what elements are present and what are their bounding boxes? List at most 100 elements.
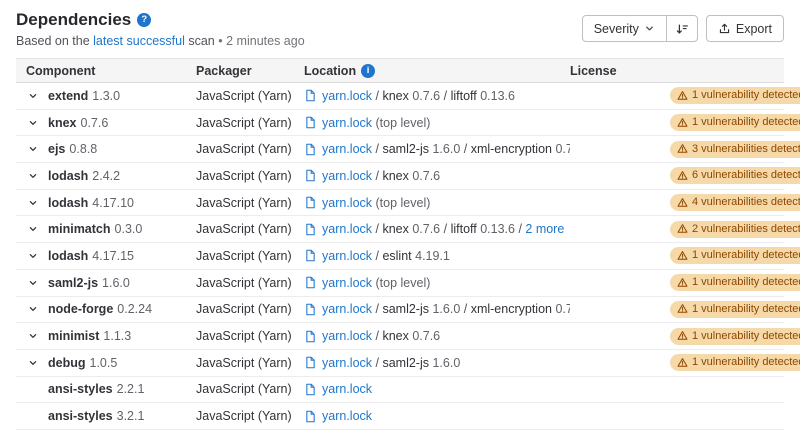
subtitle-prefix: Based on the (16, 34, 90, 48)
location-file-link[interactable]: yarn.lock (322, 169, 372, 183)
subtitle-suffix: scan (188, 34, 214, 48)
chevron-down-icon (27, 357, 39, 369)
table-row: lodash 4.17.10 JavaScript (Yarn) yarn.lo… (16, 190, 784, 217)
scan-timestamp: 2 minutes ago (226, 34, 305, 48)
vulnerability-badge: 1 vulnerability detected (670, 301, 800, 318)
packager-label: JavaScript (Yarn) (196, 222, 292, 236)
export-label: Export (736, 22, 772, 36)
page-header: Dependencies ? Based on the latest succe… (16, 10, 784, 48)
row-expand-button[interactable] (26, 222, 40, 236)
location-file-link[interactable]: yarn.lock (322, 276, 372, 290)
dependencies-page: Dependencies ? Based on the latest succe… (0, 0, 800, 430)
packager-cell: JavaScript (Yarn) (196, 382, 304, 396)
warning-icon (677, 170, 688, 181)
file-icon (304, 356, 317, 369)
path-component-version: 0.7.4 (552, 302, 570, 316)
vulnerability-badge: 1 vulnerability detected (670, 114, 800, 131)
file-icon (304, 223, 317, 236)
header-license: License (570, 64, 670, 78)
table-row: minimatch 0.3.0 JavaScript (Yarn) yarn.l… (16, 216, 784, 243)
row-expand-button[interactable] (26, 356, 40, 370)
export-button[interactable]: Export (706, 15, 784, 42)
warning-icon (677, 223, 688, 234)
table-row: debug 1.0.5 JavaScript (Yarn) yarn.lock … (16, 350, 784, 377)
path-component-version: 0.7.6 (409, 89, 440, 103)
row-expand-button[interactable] (26, 329, 40, 343)
path-component-name: xml-encryption (471, 142, 552, 156)
latest-scan-link[interactable]: latest successful (93, 34, 185, 48)
vulnerability-badge: 1 vulnerability detected (670, 87, 800, 104)
location-file-link[interactable]: yarn.lock (322, 329, 372, 343)
component-version: 4.17.15 (92, 249, 134, 263)
row-expand-button[interactable] (26, 142, 40, 156)
vulnerability-badge-label: 3 vulnerabilities detected (692, 142, 800, 156)
vulnerability-badge-label: 1 vulnerability detected (692, 88, 800, 102)
vulnerability-badge-label: 1 vulnerability detected (692, 329, 800, 343)
path-component-version: 0.7.6 (409, 329, 440, 343)
row-expand-button[interactable] (26, 116, 40, 130)
location-top-level: (top level) (372, 276, 430, 290)
component-cell: ansi-styles 3.2.1 (16, 409, 196, 423)
path-separator: / (460, 142, 470, 156)
row-expand-button[interactable] (26, 276, 40, 290)
row-expand-button[interactable] (26, 169, 40, 183)
info-icon[interactable]: i (361, 64, 375, 78)
table-header-row: Component Packager Location i License (16, 58, 784, 83)
chevron-down-icon (27, 117, 39, 129)
location-file-link[interactable]: yarn.lock (322, 196, 372, 210)
path-component-name: knex (382, 89, 408, 103)
packager-label: JavaScript (Yarn) (196, 409, 292, 423)
row-expand-button[interactable] (26, 249, 40, 263)
header-packager-label: Packager (196, 64, 252, 78)
component-cell: ejs 0.8.8 (16, 142, 196, 156)
vulnerability-badge: 1 vulnerability detected (670, 354, 800, 371)
location-cell: yarn.lock (304, 382, 570, 396)
header-packager: Packager (196, 64, 304, 78)
component-version: 2.2.1 (117, 382, 145, 396)
title-block: Dependencies ? Based on the latest succe… (16, 10, 305, 48)
row-expand-button[interactable] (26, 196, 40, 210)
row-expand-button[interactable] (26, 89, 40, 103)
sort-order-button[interactable] (666, 15, 698, 42)
location-cell: yarn.lock (top level) (304, 276, 570, 290)
severity-filter-button[interactable]: Severity (582, 15, 667, 42)
location-more-link[interactable]: 2 more (525, 222, 564, 236)
packager-cell: JavaScript (Yarn) (196, 356, 304, 370)
subtitle-separator: • (218, 34, 222, 48)
vulnerability-badge: 4 vulnerabilities detected (670, 194, 800, 211)
packager-cell: JavaScript (Yarn) (196, 169, 304, 183)
row-expand-button[interactable] (26, 302, 40, 316)
file-icon (304, 303, 317, 316)
file-icon (304, 249, 317, 262)
component-name: minimist (48, 329, 99, 343)
vulnerability-badge: 1 vulnerability detected (670, 328, 800, 345)
vulnerability-badge-label: 1 vulnerability detected (692, 355, 800, 369)
location-path: (top level) (372, 116, 430, 130)
location-path: / knex 0.7.6 (372, 169, 440, 183)
path-component-version: 0.13.6 (477, 222, 515, 236)
packager-cell: JavaScript (Yarn) (196, 276, 304, 290)
help-icon[interactable]: ? (137, 13, 151, 27)
location-file-link[interactable]: yarn.lock (322, 409, 372, 423)
chevron-down-icon (27, 303, 39, 315)
location-file-link[interactable]: yarn.lock (322, 302, 372, 316)
location-file-link[interactable]: yarn.lock (322, 249, 372, 263)
packager-label: JavaScript (Yarn) (196, 356, 292, 370)
location-cell: yarn.lock (top level) (304, 116, 570, 130)
location-file-link[interactable]: yarn.lock (322, 356, 372, 370)
warning-icon (677, 303, 688, 314)
location-file-link[interactable]: yarn.lock (322, 382, 372, 396)
dependencies-table: Component Packager Location i License ex… (16, 58, 784, 430)
path-component-version: 1.6.0 (429, 356, 460, 370)
packager-label: JavaScript (Yarn) (196, 116, 292, 130)
component-version: 4.17.10 (92, 196, 134, 210)
packager-cell: JavaScript (Yarn) (196, 89, 304, 103)
location-file-link[interactable]: yarn.lock (322, 116, 372, 130)
table-row: lodash 4.17.15 JavaScript (Yarn) yarn.lo… (16, 243, 784, 270)
vulnerability-badge-label: 6 vulnerabilities detected (692, 168, 800, 182)
location-file-link[interactable]: yarn.lock (322, 89, 372, 103)
title-row: Dependencies ? (16, 10, 305, 30)
vulnerability-badge: 1 vulnerability detected (670, 247, 800, 264)
location-file-link[interactable]: yarn.lock (322, 142, 372, 156)
location-file-link[interactable]: yarn.lock (322, 222, 372, 236)
